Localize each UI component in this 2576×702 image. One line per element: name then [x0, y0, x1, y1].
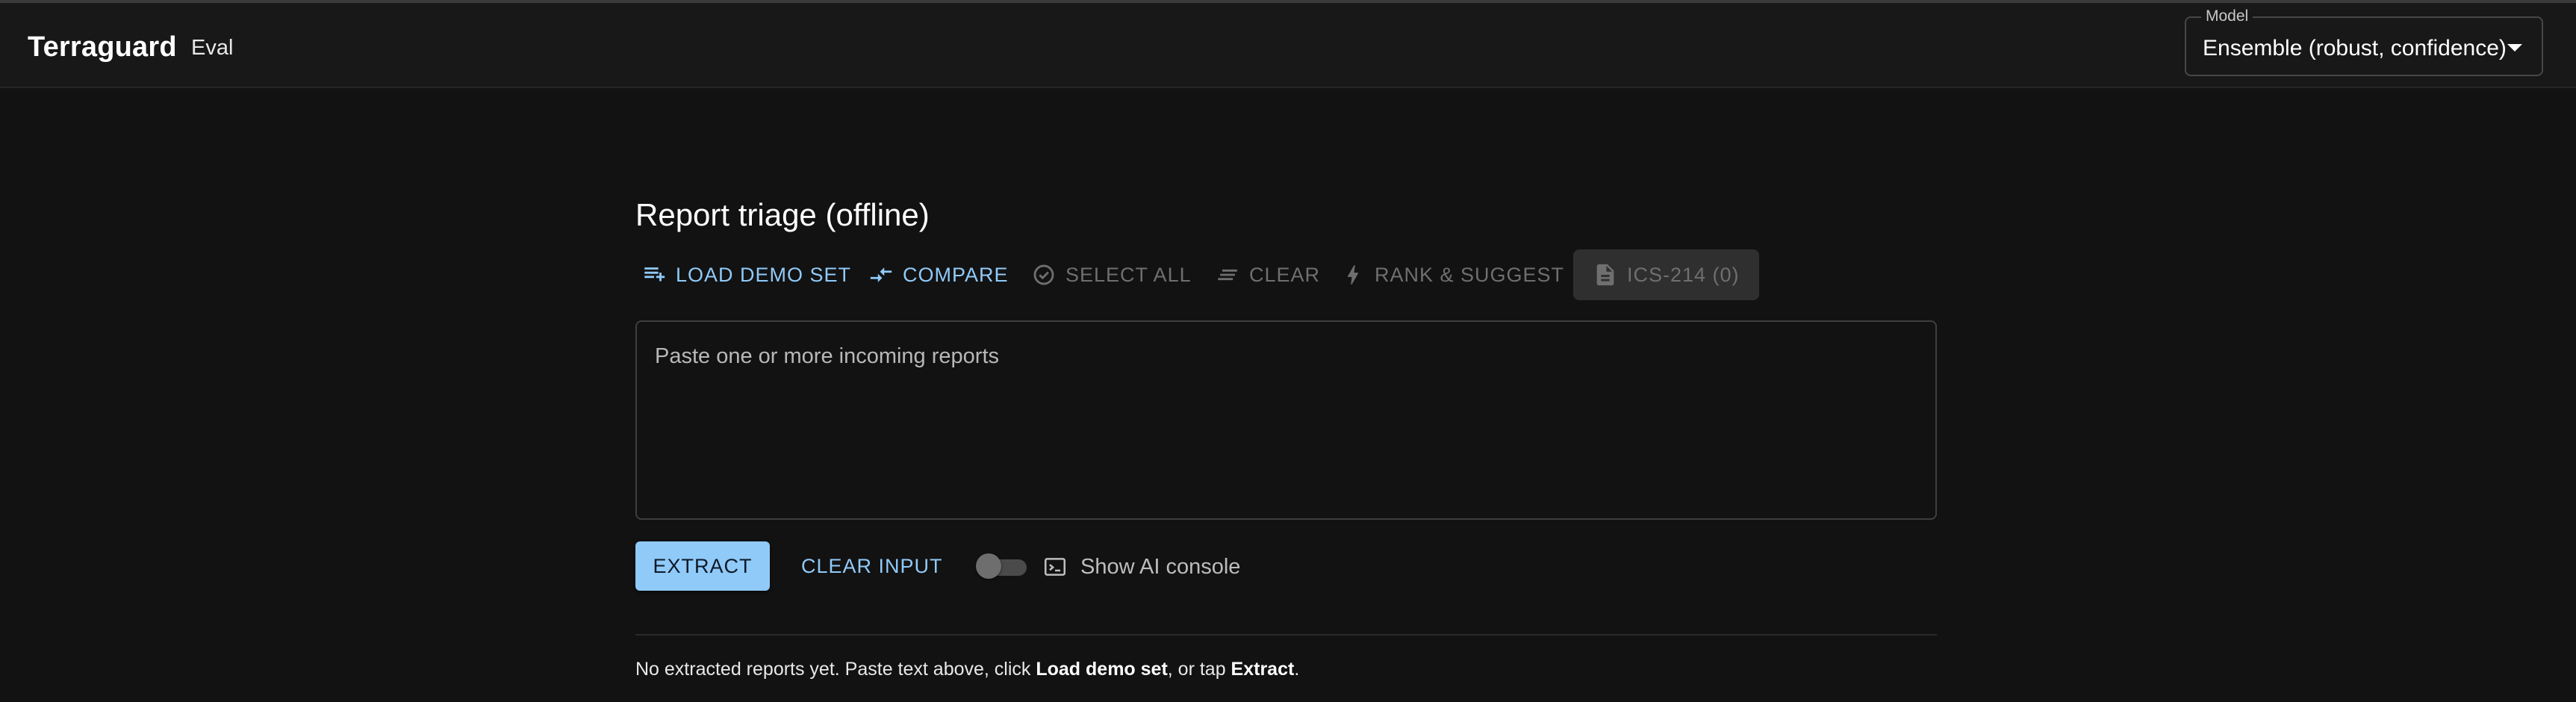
- empty-state-suffix: .: [1294, 659, 1300, 680]
- compare-arrows-icon: [868, 262, 894, 288]
- select-all-button[interactable]: SELECT ALL: [1025, 249, 1198, 300]
- app-title: Terraguard: [28, 31, 177, 63]
- ics-214-button[interactable]: ICS-214 (0): [1573, 249, 1759, 300]
- toolbar: LOAD DEMO SET COMPARE SELECT ALL CLEAR R: [635, 249, 1937, 300]
- divider: [635, 634, 1937, 636]
- ics-214-label: ICS-214 (0): [1627, 263, 1740, 286]
- clear-input-button[interactable]: CLEAR INPUT: [788, 541, 956, 591]
- ai-console-label: Show AI console: [1080, 555, 1241, 579]
- caret-down-icon: [2507, 44, 2522, 52]
- empty-state-middle: , or tap: [1167, 659, 1231, 680]
- ai-console-toggle[interactable]: [976, 553, 1028, 579]
- bolt-icon: [1340, 262, 1366, 288]
- clear-label: CLEAR: [1249, 263, 1321, 286]
- compare-label: COMPARE: [903, 263, 1009, 286]
- model-select-label: Model: [2201, 7, 2253, 25]
- load-demo-set-button[interactable]: LOAD DEMO SET: [635, 249, 857, 300]
- main-content: Report triage (offline) LOAD DEMO SET CO…: [635, 0, 1937, 702]
- rank-suggest-label: RANK & SUGGEST: [1375, 263, 1565, 286]
- rank-suggest-button[interactable]: RANK & SUGGEST: [1334, 249, 1570, 300]
- clear-all-icon: [1215, 262, 1240, 288]
- page-title: Report triage (offline): [635, 197, 930, 232]
- clear-button[interactable]: CLEAR: [1209, 249, 1326, 300]
- app-subtitle: Eval: [191, 36, 234, 60]
- select-all-label: SELECT ALL: [1065, 263, 1192, 286]
- playlist-add-icon: [641, 262, 667, 288]
- reports-input-box: [635, 320, 1937, 520]
- reports-input[interactable]: [653, 343, 1915, 507]
- check-circle-icon: [1031, 262, 1057, 288]
- document-icon: [1593, 262, 1618, 288]
- actions-row: EXTRACT CLEAR INPUT Show AI console: [635, 541, 1937, 592]
- toggle-thumb: [976, 553, 1001, 579]
- empty-state-load-demo: Load demo set: [1036, 659, 1168, 680]
- load-demo-set-label: LOAD DEMO SET: [676, 263, 852, 286]
- terminal-icon: [1042, 554, 1068, 580]
- compare-button[interactable]: COMPARE: [862, 249, 1015, 300]
- empty-state-extract: Extract: [1231, 659, 1295, 680]
- empty-state-prefix: No extracted reports yet. Paste text abo…: [635, 659, 1036, 680]
- empty-state-message: No extracted reports yet. Paste text abo…: [635, 659, 1299, 680]
- model-select-value: Ensemble (robust, confidence): [2203, 36, 2507, 60]
- model-select[interactable]: Model Ensemble (robust, confidence): [2185, 7, 2543, 76]
- extract-button[interactable]: EXTRACT: [635, 541, 770, 591]
